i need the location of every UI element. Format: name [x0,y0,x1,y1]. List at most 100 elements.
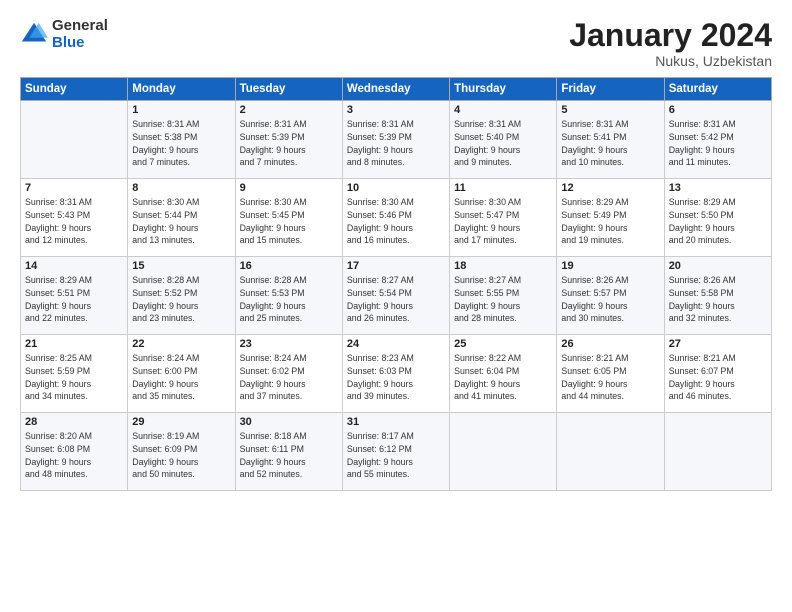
day-number: 12 [561,182,659,194]
day-number: 16 [240,260,338,272]
day-number: 19 [561,260,659,272]
day-number: 8 [132,182,230,194]
logo-icon [20,21,48,49]
day-number: 3 [347,104,445,116]
day-header-saturday: Saturday [664,78,771,101]
day-info: Sunrise: 8:31 AMSunset: 5:38 PMDaylight:… [132,118,230,169]
calendar-cell: 13 Sunrise: 8:29 AMSunset: 5:50 PMDayligh… [664,179,771,257]
day-info: Sunrise: 8:26 AMSunset: 5:58 PMDaylight:… [669,274,767,325]
day-number: 21 [25,338,123,350]
day-number: 20 [669,260,767,272]
calendar-cell [450,413,557,491]
day-header-monday: Monday [128,78,235,101]
day-number: 22 [132,338,230,350]
calendar-cell: 1 Sunrise: 8:31 AMSunset: 5:38 PMDaylight… [128,101,235,179]
day-number: 5 [561,104,659,116]
day-info: Sunrise: 8:29 AMSunset: 5:51 PMDaylight:… [25,274,123,325]
logo-text: General Blue [52,18,108,51]
day-info: Sunrise: 8:21 AMSunset: 6:07 PMDaylight:… [669,352,767,403]
calendar-cell: 17 Sunrise: 8:27 AMSunset: 5:54 PMDayligh… [342,257,449,335]
day-number: 23 [240,338,338,350]
logo: General Blue [20,18,108,51]
day-header-wednesday: Wednesday [342,78,449,101]
day-number: 18 [454,260,552,272]
week-row-4: 21Sunrise: 8:25 AMSunset: 5:59 PMDayligh… [21,335,772,413]
day-info: Sunrise: 8:20 AMSunset: 6:08 PMDaylight:… [25,430,123,481]
day-number: 4 [454,104,552,116]
calendar-cell: 31 Sunrise: 8:17 AMSunset: 6:12 PMDayligh… [342,413,449,491]
day-info: Sunrise: 8:30 AMSunset: 5:45 PMDaylight:… [240,196,338,247]
day-number: 6 [669,104,767,116]
day-number: 24 [347,338,445,350]
header-row: SundayMondayTuesdayWednesdayThursdayFrid… [21,78,772,101]
calendar-cell: 25Sunrise: 8:22 AMSunset: 6:04 PMDayligh… [450,335,557,413]
day-number: 17 [347,260,445,272]
day-number: 30 [240,416,338,428]
title-block: January 2024 Nukus, Uzbekistan [569,18,772,69]
day-info: Sunrise: 8:24 AMSunset: 6:00 PMDaylight:… [132,352,230,403]
day-info: Sunrise: 8:31 AMSunset: 5:40 PMDaylight:… [454,118,552,169]
calendar-cell: 20 Sunrise: 8:26 AMSunset: 5:58 PMDayligh… [664,257,771,335]
day-info: Sunrise: 8:17 AMSunset: 6:12 PMDaylight:… [347,430,445,481]
day-number: 1 [132,104,230,116]
day-number: 7 [25,182,123,194]
day-number: 28 [25,416,123,428]
calendar-cell: 29 Sunrise: 8:19 AMSunset: 6:09 PMDayligh… [128,413,235,491]
day-info: Sunrise: 8:31 AMSunset: 5:41 PMDaylight:… [561,118,659,169]
day-info: Sunrise: 8:30 AMSunset: 5:44 PMDaylight:… [132,196,230,247]
day-info: Sunrise: 8:31 AMSunset: 5:39 PMDaylight:… [240,118,338,169]
calendar-table: SundayMondayTuesdayWednesdayThursdayFrid… [20,77,772,491]
day-info: Sunrise: 8:31 AMSunset: 5:42 PMDaylight:… [669,118,767,169]
day-number: 11 [454,182,552,194]
day-info: Sunrise: 8:23 AMSunset: 6:03 PMDaylight:… [347,352,445,403]
day-info: Sunrise: 8:27 AMSunset: 5:55 PMDaylight:… [454,274,552,325]
logo-general: General [52,18,108,35]
calendar-cell: 27Sunrise: 8:21 AMSunset: 6:07 PMDayligh… [664,335,771,413]
day-number: 2 [240,104,338,116]
calendar-cell: 3Sunrise: 8:31 AMSunset: 5:39 PMDaylight… [342,101,449,179]
calendar-cell: 24 Sunrise: 8:23 AMSunset: 6:03 PMDayligh… [342,335,449,413]
day-info: Sunrise: 8:28 AMSunset: 5:52 PMDaylight:… [132,274,230,325]
page: General Blue January 2024 Nukus, Uzbekis… [0,0,792,612]
calendar-cell: 7Sunrise: 8:31 AMSunset: 5:43 PMDaylight… [21,179,128,257]
day-info: Sunrise: 8:19 AMSunset: 6:09 PMDaylight:… [132,430,230,481]
calendar-cell: 19 Sunrise: 8:26 AMSunset: 5:57 PMDayligh… [557,257,664,335]
calendar-cell: 28 Sunrise: 8:20 AMSunset: 6:08 PMDayligh… [21,413,128,491]
day-info: Sunrise: 8:29 AMSunset: 5:50 PMDaylight:… [669,196,767,247]
week-row-1: 1 Sunrise: 8:31 AMSunset: 5:38 PMDaylight… [21,101,772,179]
calendar-cell [557,413,664,491]
calendar-cell: 18 Sunrise: 8:27 AMSunset: 5:55 PMDayligh… [450,257,557,335]
day-info: Sunrise: 8:22 AMSunset: 6:04 PMDaylight:… [454,352,552,403]
calendar-cell: 9 Sunrise: 8:30 AMSunset: 5:45 PMDaylight… [235,179,342,257]
day-info: Sunrise: 8:29 AMSunset: 5:49 PMDaylight:… [561,196,659,247]
day-info: Sunrise: 8:27 AMSunset: 5:54 PMDaylight:… [347,274,445,325]
day-number: 26 [561,338,659,350]
location: Nukus, Uzbekistan [569,53,772,69]
day-number: 29 [132,416,230,428]
calendar-cell [21,101,128,179]
calendar-cell: 10Sunrise: 8:30 AMSunset: 5:46 PMDayligh… [342,179,449,257]
day-number: 13 [669,182,767,194]
day-info: Sunrise: 8:24 AMSunset: 6:02 PMDaylight:… [240,352,338,403]
calendar-cell: 26Sunrise: 8:21 AMSunset: 6:05 PMDayligh… [557,335,664,413]
day-number: 9 [240,182,338,194]
day-number: 31 [347,416,445,428]
calendar-cell: 5 Sunrise: 8:31 AMSunset: 5:41 PMDaylight… [557,101,664,179]
calendar-cell [664,413,771,491]
week-row-5: 28 Sunrise: 8:20 AMSunset: 6:08 PMDayligh… [21,413,772,491]
week-row-3: 14Sunrise: 8:29 AMSunset: 5:51 PMDayligh… [21,257,772,335]
day-number: 15 [132,260,230,272]
header: General Blue January 2024 Nukus, Uzbekis… [20,18,772,69]
day-header-thursday: Thursday [450,78,557,101]
calendar-cell: 16Sunrise: 8:28 AMSunset: 5:53 PMDayligh… [235,257,342,335]
calendar-cell: 21Sunrise: 8:25 AMSunset: 5:59 PMDayligh… [21,335,128,413]
calendar-cell: 22 Sunrise: 8:24 AMSunset: 6:00 PMDayligh… [128,335,235,413]
logo-blue: Blue [52,35,108,52]
day-header-tuesday: Tuesday [235,78,342,101]
calendar-cell: 8 Sunrise: 8:30 AMSunset: 5:44 PMDaylight… [128,179,235,257]
calendar-cell: 30Sunrise: 8:18 AMSunset: 6:11 PMDayligh… [235,413,342,491]
calendar-cell: 23 Sunrise: 8:24 AMSunset: 6:02 PMDayligh… [235,335,342,413]
day-info: Sunrise: 8:30 AMSunset: 5:46 PMDaylight:… [347,196,445,247]
calendar-cell: 4 Sunrise: 8:31 AMSunset: 5:40 PMDaylight… [450,101,557,179]
day-info: Sunrise: 8:26 AMSunset: 5:57 PMDaylight:… [561,274,659,325]
